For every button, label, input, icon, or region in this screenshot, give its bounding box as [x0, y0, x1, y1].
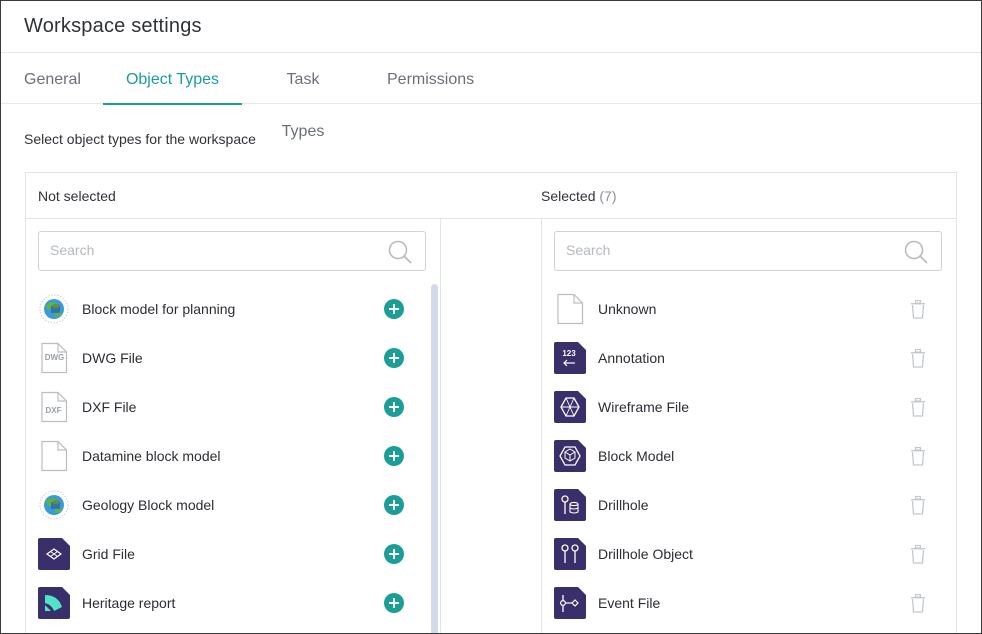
trash-icon[interactable]: [908, 348, 928, 368]
svg-text:123: 123: [562, 349, 576, 358]
blank-file-icon: [41, 440, 68, 472]
list-item: 123 Annotation: [554, 333, 944, 382]
list-item: Drillhole: [554, 480, 944, 529]
selected-heading-label: Selected: [541, 188, 596, 204]
dwg-file-icon: DWG: [41, 342, 68, 374]
not-selected-search-input[interactable]: [50, 242, 350, 258]
heritage-icon: [38, 587, 70, 619]
trash-icon[interactable]: [908, 397, 928, 417]
add-icon[interactable]: [384, 593, 404, 613]
list-item-label: Event File: [598, 595, 661, 611]
not-selected-heading: Not selected: [38, 188, 116, 204]
list-item: Geology Block model: [38, 480, 408, 529]
list-item-label: Block model for planning: [82, 301, 236, 317]
drillhole-object-icon: [554, 538, 586, 570]
panel-header: Not selected Selected (7): [26, 173, 956, 219]
list-item-label: Annotation: [598, 350, 665, 366]
not-selected-list: Block model for planning DWG DWG File DX…: [38, 284, 408, 633]
list-item: Unknown: [554, 284, 944, 333]
selected-heading: Selected (7): [541, 188, 617, 204]
search-icon: [388, 240, 412, 264]
wireframe-icon: [554, 391, 586, 423]
annotation-icon: 123: [554, 342, 586, 374]
add-icon[interactable]: [384, 299, 404, 319]
settings-window: Workspace settings General Object Types …: [0, 0, 982, 634]
add-icon[interactable]: [384, 446, 404, 466]
list-item: Datamine block model: [38, 431, 408, 480]
list-item-label: Geology Block model: [82, 497, 215, 513]
add-icon[interactable]: [384, 348, 404, 368]
title-bar: Workspace settings: [1, 1, 981, 53]
search-icon: [904, 240, 928, 264]
page-title: Workspace settings: [24, 15, 202, 37]
list-item: Drillhole Object: [554, 529, 944, 578]
not-selected-search[interactable]: [38, 231, 426, 271]
list-item-label: Drillhole: [598, 497, 649, 513]
svg-text:DWG: DWG: [45, 353, 65, 362]
list-item: Heritage report: [38, 578, 408, 627]
trash-icon[interactable]: [908, 299, 928, 319]
selected-search[interactable]: [554, 231, 942, 271]
globe-geology-icon: [39, 490, 69, 520]
list-item-label: Unknown: [598, 301, 657, 317]
list-item-label: DWG File: [82, 350, 143, 366]
selected-list: Unknown 123 Annotation Wireframe File Bl…: [554, 284, 944, 633]
not-selected-scrollbar[interactable]: [431, 284, 438, 633]
event-file-icon: [554, 587, 586, 619]
trash-icon[interactable]: [908, 544, 928, 564]
list-item-label: Block Model: [598, 448, 675, 464]
selected-count: (7): [599, 188, 617, 204]
list-item: DWG DWG File: [38, 333, 408, 382]
list-item: Block Model: [554, 431, 944, 480]
add-icon[interactable]: [384, 495, 404, 515]
column-divider: [541, 219, 542, 633]
list-item-label: Wireframe File: [598, 399, 690, 415]
column-divider: [440, 219, 441, 633]
trash-icon[interactable]: [908, 446, 928, 466]
list-item: Grid File: [38, 529, 408, 578]
add-icon[interactable]: [384, 397, 404, 417]
tab-task-types[interactable]: Task Types: [265, 54, 341, 140]
list-item-label: DXF File: [82, 399, 137, 415]
tab-object-types[interactable]: Object Types: [103, 54, 242, 105]
tab-bar: General Object Types Task Types Permissi…: [1, 54, 981, 140]
tab-general[interactable]: General: [24, 54, 81, 104]
list-item-label: Datamine block model: [82, 448, 221, 464]
block-model-icon: [554, 440, 586, 472]
list-item: DXF DXF File: [38, 382, 408, 431]
dxf-file-icon: DXF: [41, 391, 68, 423]
svg-text:DXF: DXF: [46, 406, 62, 415]
trash-icon[interactable]: [908, 593, 928, 613]
list-item-label: Drillhole Object: [598, 546, 693, 562]
list-item: Wireframe File: [554, 382, 944, 431]
globe-planning-icon: [39, 294, 69, 324]
list-item: Event File: [554, 578, 944, 627]
instruction-text: Select object types for the workspace: [24, 131, 256, 147]
list-item-label: Grid File: [82, 546, 135, 562]
list-item: Block model for planning: [38, 284, 408, 333]
tab-permissions[interactable]: Permissions: [387, 54, 474, 104]
list-item-label: Heritage report: [82, 595, 176, 611]
add-icon[interactable]: [384, 544, 404, 564]
selected-search-input[interactable]: [566, 242, 866, 258]
trash-icon[interactable]: [908, 495, 928, 515]
blank-file-icon: [557, 293, 584, 325]
drillhole-icon: [554, 489, 586, 521]
grid-icon: [38, 538, 70, 570]
